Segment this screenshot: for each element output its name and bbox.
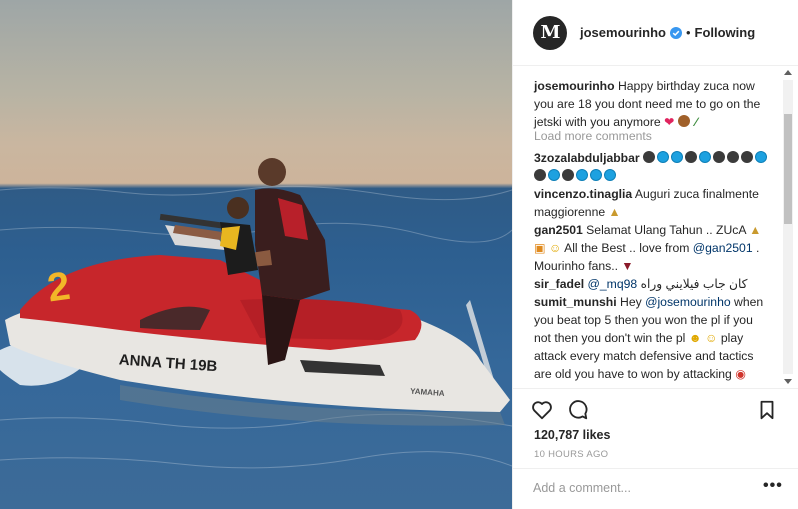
comment-item: vincenzo.tinaglia Auguri zuca finalmente…: [534, 185, 770, 221]
devil-emoji: ◉: [735, 367, 746, 381]
caption-username[interactable]: josemourinho: [534, 79, 615, 93]
comment-text: Hey: [620, 295, 642, 309]
scroll-thumb[interactable]: [784, 114, 792, 224]
ball-emoji: [548, 169, 560, 181]
comment-icon[interactable]: [567, 399, 589, 421]
party-emoji: ▲: [749, 223, 762, 237]
ball-emoji: [685, 151, 698, 163]
more-options-icon[interactable]: •••: [763, 477, 783, 495]
heart-icon[interactable]: [531, 399, 553, 421]
comments-scrollbar[interactable]: [783, 66, 793, 388]
ball-emoji: [534, 169, 546, 181]
separator-dot: •: [685, 25, 691, 40]
post-timestamp: 10 HOURS AGO: [534, 449, 609, 460]
comment-item: sir_fadel @_mq98 كان جاب فيلايني وراه: [534, 275, 770, 293]
instagram-post: 2 ANNA TH 19B YAMAHA M josemourinho • Fo…: [0, 0, 798, 509]
post-header: M josemourinho • Following: [513, 0, 798, 66]
party-emoji: ▲: [608, 205, 621, 219]
comment-item: gan2501 Selamat Ulang Tahun .. ZUcA ▲ ▣ …: [534, 221, 770, 275]
avatar[interactable]: M: [533, 15, 567, 50]
avatar-logo: M: [540, 22, 561, 43]
post-sidebar: M josemourinho • Following josemourinho …: [512, 0, 798, 509]
ball-emoji: [741, 151, 754, 163]
gift-emoji: ▣: [534, 241, 546, 255]
grin-emoji: ☻: [688, 331, 702, 345]
post-actions: 120,787 likes 10 HOURS AGO •••: [513, 388, 798, 508]
comment-text: كان جاب فيلايني وراه: [640, 277, 748, 291]
post-photo[interactable]: 2 ANNA TH 19B YAMAHA: [0, 0, 512, 509]
svg-text:2: 2: [45, 264, 73, 311]
likes-count[interactable]: 120,787 likes: [534, 428, 610, 442]
wine-emoji: ▼: [621, 259, 634, 273]
bookmark-icon[interactable]: [756, 399, 778, 421]
ball-emoji: [755, 151, 768, 163]
ball-emoji: [699, 151, 712, 163]
cake-emoji: [677, 115, 690, 127]
comment-text: All the Best .. love from: [564, 241, 690, 255]
comment-username[interactable]: vincenzo.tinaglia: [534, 187, 632, 201]
comment-item: sumit_munshi Hey @josemourinho when you …: [534, 293, 770, 388]
add-comment-input[interactable]: [533, 481, 753, 495]
smile-emoji: ☺: [705, 331, 718, 345]
caption: josemourinho Happy birthday zuca now you…: [534, 77, 770, 131]
mention-link[interactable]: @_mq98: [588, 277, 638, 291]
mention-link[interactable]: @gan2501: [693, 241, 753, 255]
verified-badge-icon: [669, 26, 682, 39]
following-button[interactable]: Following: [695, 25, 756, 40]
ball-emoji: [713, 151, 726, 163]
header-username[interactable]: josemourinho: [580, 25, 666, 40]
ball-emoji: [604, 169, 616, 181]
ball-emoji: [590, 169, 602, 181]
mention-link[interactable]: @josemourinho: [645, 295, 731, 309]
ball-emoji: [727, 151, 740, 163]
comment-username[interactable]: gan2501: [534, 223, 583, 237]
scroll-up-arrow[interactable]: [784, 70, 792, 75]
add-comment-bar: •••: [513, 468, 798, 509]
comment-text: Selamat Ulang Tahun .. ZUcA: [586, 223, 746, 237]
smile-emoji: ☺: [548, 241, 562, 255]
ball-emoji: [657, 151, 670, 163]
comment-username[interactable]: sir_fadel: [534, 277, 584, 291]
jetski-photo-illustration: 2 ANNA TH 19B YAMAHA: [0, 158, 512, 469]
comment-username[interactable]: 3zozalabduljabbar: [534, 151, 640, 165]
ball-emoji: [576, 169, 588, 181]
comment-username[interactable]: sumit_munshi: [534, 295, 617, 309]
comment-item: 3zozalabduljabbar: [534, 149, 770, 185]
scroll-down-arrow[interactable]: [784, 379, 792, 384]
comments-list[interactable]: josemourinho Happy birthday zuca now you…: [513, 66, 798, 388]
load-more-comments[interactable]: Load more comments: [534, 127, 770, 145]
ball-emoji: [671, 151, 684, 163]
ball-emoji: [643, 151, 656, 163]
ball-emoji: [562, 169, 574, 181]
